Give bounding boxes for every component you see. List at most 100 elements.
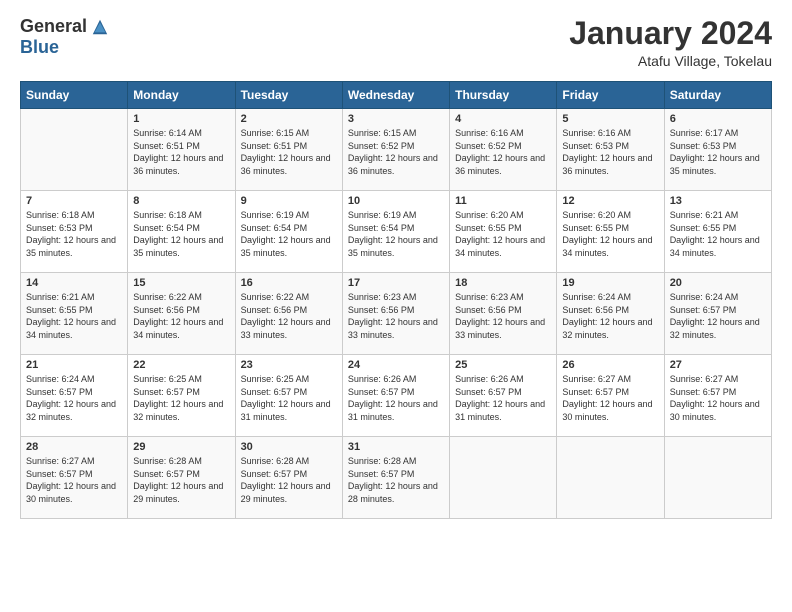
main-container: General Blue January 2024 Atafu Village,… — [0, 0, 792, 529]
day-number: 4 — [455, 113, 551, 125]
daylight-line: Daylight: 12 hours and 34 minutes. — [133, 317, 223, 340]
sunrise-line: Sunrise: 6:23 AM — [455, 292, 524, 302]
calendar-week-2: 14Sunrise: 6:21 AMSunset: 6:55 PMDayligh… — [21, 273, 772, 355]
calendar-cell: 14Sunrise: 6:21 AMSunset: 6:55 PMDayligh… — [21, 273, 128, 355]
sunrise-line: Sunrise: 6:27 AM — [26, 456, 95, 466]
sunset-line: Sunset: 6:53 PM — [670, 141, 737, 151]
day-info: Sunrise: 6:27 AMSunset: 6:57 PMDaylight:… — [26, 455, 122, 505]
calendar-cell: 13Sunrise: 6:21 AMSunset: 6:55 PMDayligh… — [664, 191, 771, 273]
sunset-line: Sunset: 6:57 PM — [348, 469, 415, 479]
calendar-cell: 12Sunrise: 6:20 AMSunset: 6:55 PMDayligh… — [557, 191, 664, 273]
day-info: Sunrise: 6:26 AMSunset: 6:57 PMDaylight:… — [455, 373, 551, 423]
calendar-cell: 20Sunrise: 6:24 AMSunset: 6:57 PMDayligh… — [664, 273, 771, 355]
calendar-week-3: 21Sunrise: 6:24 AMSunset: 6:57 PMDayligh… — [21, 355, 772, 437]
sunset-line: Sunset: 6:57 PM — [26, 387, 93, 397]
day-info: Sunrise: 6:20 AMSunset: 6:55 PMDaylight:… — [562, 209, 658, 259]
calendar-cell — [557, 437, 664, 519]
sunrise-line: Sunrise: 6:26 AM — [348, 374, 417, 384]
calendar-cell: 22Sunrise: 6:25 AMSunset: 6:57 PMDayligh… — [128, 355, 235, 437]
daylight-line: Daylight: 12 hours and 31 minutes. — [348, 399, 438, 422]
sunset-line: Sunset: 6:56 PM — [348, 305, 415, 315]
daylight-line: Daylight: 12 hours and 33 minutes. — [241, 317, 331, 340]
calendar-cell — [21, 109, 128, 191]
calendar-cell: 8Sunrise: 6:18 AMSunset: 6:54 PMDaylight… — [128, 191, 235, 273]
sunrise-line: Sunrise: 6:24 AM — [562, 292, 631, 302]
sunset-line: Sunset: 6:52 PM — [348, 141, 415, 151]
day-number: 5 — [562, 113, 658, 125]
day-info: Sunrise: 6:16 AMSunset: 6:53 PMDaylight:… — [562, 127, 658, 177]
calendar-cell: 26Sunrise: 6:27 AMSunset: 6:57 PMDayligh… — [557, 355, 664, 437]
day-info: Sunrise: 6:25 AMSunset: 6:57 PMDaylight:… — [241, 373, 337, 423]
day-info: Sunrise: 6:17 AMSunset: 6:53 PMDaylight:… — [670, 127, 766, 177]
sunrise-line: Sunrise: 6:23 AM — [348, 292, 417, 302]
day-info: Sunrise: 6:18 AMSunset: 6:53 PMDaylight:… — [26, 209, 122, 259]
calendar-cell — [664, 437, 771, 519]
daylight-line: Daylight: 12 hours and 30 minutes. — [562, 399, 652, 422]
calendar-cell: 30Sunrise: 6:28 AMSunset: 6:57 PMDayligh… — [235, 437, 342, 519]
sunset-line: Sunset: 6:54 PM — [348, 223, 415, 233]
col-friday: Friday — [557, 82, 664, 109]
daylight-line: Daylight: 12 hours and 30 minutes. — [670, 399, 760, 422]
calendar-cell: 23 Sunrise: 6:25 AMSunset: 6:57 PMDayligh… — [235, 355, 342, 437]
day-number: 13 — [670, 195, 766, 207]
col-saturday: Saturday — [664, 82, 771, 109]
sunset-line: Sunset: 6:56 PM — [562, 305, 629, 315]
sunrise-line: Sunrise: 6:18 AM — [133, 210, 202, 220]
sunset-line: Sunset: 6:56 PM — [133, 305, 200, 315]
day-number: 20 — [670, 277, 766, 289]
sunset-line: Sunset: 6:57 PM — [241, 469, 308, 479]
calendar-cell: 29Sunrise: 6:28 AMSunset: 6:57 PMDayligh… — [128, 437, 235, 519]
sunset-line: Sunset: 6:57 PM — [26, 469, 93, 479]
sunset-line: Sunset: 6:57 PM — [133, 469, 200, 479]
day-number: 24 — [348, 359, 444, 371]
sunrise-line: Sunrise: 6:15 AM — [348, 128, 417, 138]
day-info: Sunrise: 6:15 AMSunset: 6:51 PMDaylight:… — [241, 127, 337, 177]
day-number: 28 — [26, 441, 122, 453]
day-number: 23 — [241, 359, 337, 371]
sunrise-line: Sunrise: 6:20 AM — [562, 210, 631, 220]
day-number: 14 — [26, 277, 122, 289]
day-info: Sunrise: 6:22 AMSunset: 6:56 PMDaylight:… — [241, 291, 337, 341]
header: General Blue January 2024 Atafu Village,… — [20, 16, 772, 69]
calendar-cell — [450, 437, 557, 519]
logo-general: General — [20, 16, 87, 37]
sunrise-line: Sunrise: 6:28 AM — [348, 456, 417, 466]
calendar-cell: 10Sunrise: 6:19 AMSunset: 6:54 PMDayligh… — [342, 191, 449, 273]
day-number: 3 — [348, 113, 444, 125]
sunrise-line: Sunrise: 6:21 AM — [670, 210, 739, 220]
day-info: Sunrise: 6:23 AMSunset: 6:56 PMDaylight:… — [348, 291, 444, 341]
sunset-line: Sunset: 6:57 PM — [455, 387, 522, 397]
col-monday: Monday — [128, 82, 235, 109]
day-info: Sunrise: 6:16 AMSunset: 6:52 PMDaylight:… — [455, 127, 551, 177]
day-number: 18 — [455, 277, 551, 289]
daylight-line: Daylight: 12 hours and 32 minutes. — [26, 399, 116, 422]
daylight-line: Daylight: 12 hours and 36 minutes. — [348, 153, 438, 176]
sunset-line: Sunset: 6:57 PM — [241, 387, 308, 397]
location-subtitle: Atafu Village, Tokelau — [569, 53, 772, 69]
calendar-cell: 24Sunrise: 6:26 AMSunset: 6:57 PMDayligh… — [342, 355, 449, 437]
daylight-line: Daylight: 12 hours and 36 minutes. — [562, 153, 652, 176]
sunrise-line: Sunrise: 6:27 AM — [562, 374, 631, 384]
calendar-cell: 19Sunrise: 6:24 AMSunset: 6:56 PMDayligh… — [557, 273, 664, 355]
sunrise-line: Sunrise: 6:26 AM — [455, 374, 524, 384]
sunrise-line: Sunrise: 6:28 AM — [241, 456, 310, 466]
sunset-line: Sunset: 6:51 PM — [241, 141, 308, 151]
day-info: Sunrise: 6:28 AM Sunset: 6:57 PM Daylight:… — [241, 455, 337, 505]
logo-text: General — [20, 16, 109, 37]
calendar-cell: 1Sunrise: 6:14 AMSunset: 6:51 PMDaylight… — [128, 109, 235, 191]
day-number: 15 — [133, 277, 229, 289]
day-info: Sunrise: 6:15 AM Sunset: 6:52 PM Daylight:… — [348, 127, 444, 177]
sunset-line: Sunset: 6:53 PM — [562, 141, 629, 151]
sunrise-line: Sunrise: 6:17 AM — [670, 128, 739, 138]
sunset-line: Sunset: 6:55 PM — [562, 223, 629, 233]
day-number: 25 — [455, 359, 551, 371]
sunset-line: Sunset: 6:55 PM — [670, 223, 737, 233]
sunrise-line: Sunrise: 6:24 AM — [26, 374, 95, 384]
sunrise-line: Sunrise: 6:19 AM — [241, 210, 310, 220]
calendar-cell: 11Sunrise: 6:20 AMSunset: 6:55 PMDayligh… — [450, 191, 557, 273]
day-info: Sunrise: 6:28 AMSunset: 6:57 PMDaylight:… — [133, 455, 229, 505]
day-info: Sunrise: 6:27 AMSunset: 6:57 PMDaylight:… — [670, 373, 766, 423]
daylight-line: Daylight: 12 hours and 29 minutes. — [241, 481, 331, 504]
calendar-week-0: 1Sunrise: 6:14 AMSunset: 6:51 PMDaylight… — [21, 109, 772, 191]
logo-blue: Blue — [20, 37, 59, 58]
